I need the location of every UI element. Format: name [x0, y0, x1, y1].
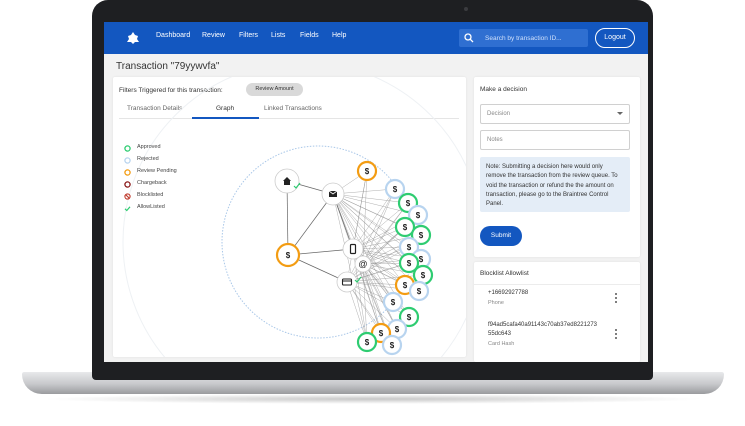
- dollar-icon: $: [407, 259, 412, 268]
- transaction-graph: $$$$$$$$$$$$$$$$$$@$: [122, 77, 466, 357]
- at-sign-icon: @: [358, 259, 367, 269]
- checkmark-icon: [124, 206, 131, 212]
- legend-label: AllowListed: [137, 204, 165, 210]
- dollar-icon: $: [419, 255, 424, 264]
- dollar-icon: $: [407, 243, 412, 252]
- dollar-icon: $: [379, 329, 384, 338]
- node-ring: [342, 238, 364, 260]
- legend-label: Chargeback: [137, 180, 167, 186]
- decision-select[interactable]: Decision: [480, 104, 630, 124]
- home-node: [274, 168, 301, 194]
- decision-card: Make a decision Decision Notes Note: Sub…: [474, 77, 640, 257]
- nav-fields[interactable]: Fields: [300, 32, 319, 39]
- transaction-node: $: [384, 178, 406, 200]
- dollar-icon: $: [419, 231, 424, 240]
- search-icon[interactable]: [464, 33, 474, 43]
- dollar-icon: $: [391, 298, 396, 307]
- legend-label: Rejected: [137, 156, 159, 162]
- notes-field[interactable]: Notes: [480, 130, 630, 150]
- nav-dashboard[interactable]: Dashboard: [156, 32, 190, 39]
- graph-inner-ring: [221, 145, 415, 339]
- chargeback-ring-icon: [124, 181, 131, 188]
- laptop-shadow: [40, 394, 706, 404]
- top-navigation: Dashboard Review Filters Lists Fields He…: [104, 22, 648, 54]
- transaction-node: $: [381, 334, 403, 356]
- at-node: @: [354, 255, 372, 273]
- blocklist-item-type: Card Hash: [488, 341, 515, 347]
- review-pending-ring-icon: [124, 169, 131, 176]
- nav-help[interactable]: Help: [332, 32, 346, 39]
- submit-button[interactable]: Submit: [480, 226, 522, 246]
- dollar-icon: $: [416, 211, 421, 220]
- transaction-node: $: [382, 291, 404, 313]
- card-node: [336, 271, 362, 293]
- dollar-icon: $: [403, 281, 408, 290]
- blocklist-item-value-cont: 55dc643: [488, 331, 512, 337]
- decision-select-value: Decision: [487, 111, 511, 117]
- dollar-icon: $: [395, 325, 400, 334]
- blocklist-item-value: f94ad5cafa40a91143c70ab37ed8221273: [488, 322, 597, 328]
- dollar-icon: $: [406, 199, 411, 208]
- blocklist-card: Blocklist Allowlist +16692927788 Phone f…: [474, 262, 640, 362]
- transaction-node: $: [408, 280, 430, 302]
- transaction-node: $: [356, 160, 378, 182]
- node-ring: [336, 271, 358, 293]
- search-box: [459, 29, 588, 47]
- dollar-icon: $: [390, 341, 395, 350]
- blocklist-title: Blocklist Allowlist: [480, 270, 529, 277]
- app-screen: Dashboard Review Filters Lists Fields He…: [104, 22, 648, 362]
- phone-node: [342, 238, 364, 260]
- laptop-stage: { "brand_color": "#1357c0", "nav": { "lo…: [0, 0, 745, 426]
- camera-dot: [464, 7, 468, 11]
- logout-button[interactable]: Logout: [595, 28, 635, 48]
- page-title: Transaction "79yywvfa": [116, 61, 220, 72]
- dollar-icon: $: [286, 251, 291, 260]
- nav-filters[interactable]: Filters: [239, 32, 258, 39]
- dollar-icon: $: [403, 223, 408, 232]
- mail-node: [321, 182, 345, 206]
- decision-title: Make a decision: [480, 86, 527, 93]
- dollar-icon: $: [407, 313, 412, 322]
- decision-note: Note: Submitting a decision here would o…: [480, 157, 630, 212]
- rejected-ring-icon: [124, 157, 131, 164]
- blocklist-divider: [474, 284, 640, 285]
- blocklisted-icon: [124, 193, 131, 200]
- dollar-icon: $: [365, 338, 370, 347]
- transaction-graph-card: Filters Triggered for this transaction: …: [113, 77, 466, 357]
- blocklist-item-type: Phone: [488, 300, 504, 306]
- dollar-icon: $: [365, 167, 370, 176]
- braintree-logo-icon[interactable]: [126, 31, 140, 45]
- more-vertical-icon[interactable]: [615, 293, 618, 304]
- dollar-icon: $: [417, 287, 422, 296]
- approved-ring-icon: [124, 145, 131, 152]
- dollar-icon: $: [421, 271, 426, 280]
- blocklist-item-value: +16692927788: [488, 290, 529, 296]
- nav-review[interactable]: Review: [202, 32, 225, 39]
- transaction-node: $: [356, 331, 378, 353]
- legend-label: Blocklisted: [137, 192, 164, 198]
- nav-lists[interactable]: Lists: [271, 32, 285, 39]
- graph-nodes: $$$$$$$$$$$$$$$$$$@$: [274, 160, 434, 356]
- dollar-icon: $: [393, 185, 398, 194]
- legend-label: Approved: [137, 144, 161, 150]
- more-vertical-icon[interactable]: [615, 329, 618, 340]
- legend-label: Review Pending: [137, 168, 177, 174]
- dollar-node: $: [275, 242, 301, 268]
- search-input[interactable]: [485, 29, 585, 47]
- chevron-down-icon: [617, 112, 623, 115]
